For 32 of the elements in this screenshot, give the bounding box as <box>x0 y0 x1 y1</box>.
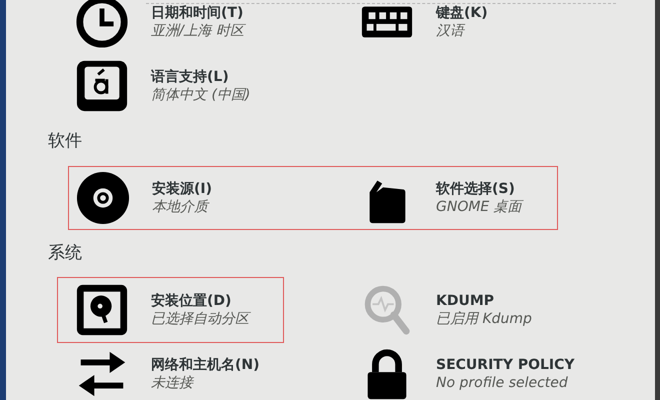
spoke-status: 亚洲/上海 时区 <box>151 22 244 40</box>
spoke-title: 安装源(I) <box>152 180 212 198</box>
hub-spoke[interactable]: 安装源(I) 本地介质 <box>68 166 353 230</box>
spoke-status: No profile selected <box>436 374 569 392</box>
hub-spoke[interactable]: 网络和主机名(N) 未连接 <box>68 342 353 400</box>
hub-spoke[interactable]: KDUMP 已启用 Kdump <box>353 278 638 342</box>
spoke-status: 汉语 <box>436 22 466 40</box>
spoke-title: 安装位置(D) <box>151 292 232 310</box>
spoke-status: 已启用 Kdump <box>436 310 532 328</box>
hub-spoke[interactable]: 日期和时间(T) 亚洲/上海 时区 <box>68 0 353 54</box>
clock-icon <box>75 0 129 49</box>
hub-spoke[interactable]: 键盘(K) 汉语 <box>353 0 638 54</box>
accented-key-icon <box>75 59 129 113</box>
spoke-status: GNOME 桌面 <box>436 198 522 216</box>
spoke-title: 网络和主机名(N) <box>151 356 260 374</box>
disc-icon <box>76 171 130 225</box>
hub-spoke[interactable]: SECURITY POLICY No profile selected <box>353 342 638 400</box>
hub-spoke[interactable]: 语言支持(L) 简体中文 (中国) <box>68 54 353 118</box>
hub-spoke[interactable]: 软件选择(S) GNOME 桌面 <box>353 166 558 230</box>
section-heading: 软件 <box>48 130 82 154</box>
spoke-title: KDUMP <box>436 292 496 310</box>
hub-spoke[interactable]: 安装位置(D) 已选择自动分区 <box>58 278 283 342</box>
spoke-status: 本地介质 <box>152 198 210 216</box>
spoke-status: 未连接 <box>151 374 195 392</box>
section-heading: 系统 <box>48 242 82 266</box>
spoke-title: SECURITY POLICY <box>436 356 575 374</box>
spoke-title: 键盘(K) <box>436 4 488 22</box>
spoke-title: 日期和时间(T) <box>151 4 244 22</box>
spoke-status: 已选择自动分区 <box>151 310 249 328</box>
spoke-title: 语言支持(L) <box>151 68 230 86</box>
spoke-status: 简体中文 (中国) <box>151 86 250 104</box>
spoke-title: 软件选择(S) <box>436 180 516 198</box>
